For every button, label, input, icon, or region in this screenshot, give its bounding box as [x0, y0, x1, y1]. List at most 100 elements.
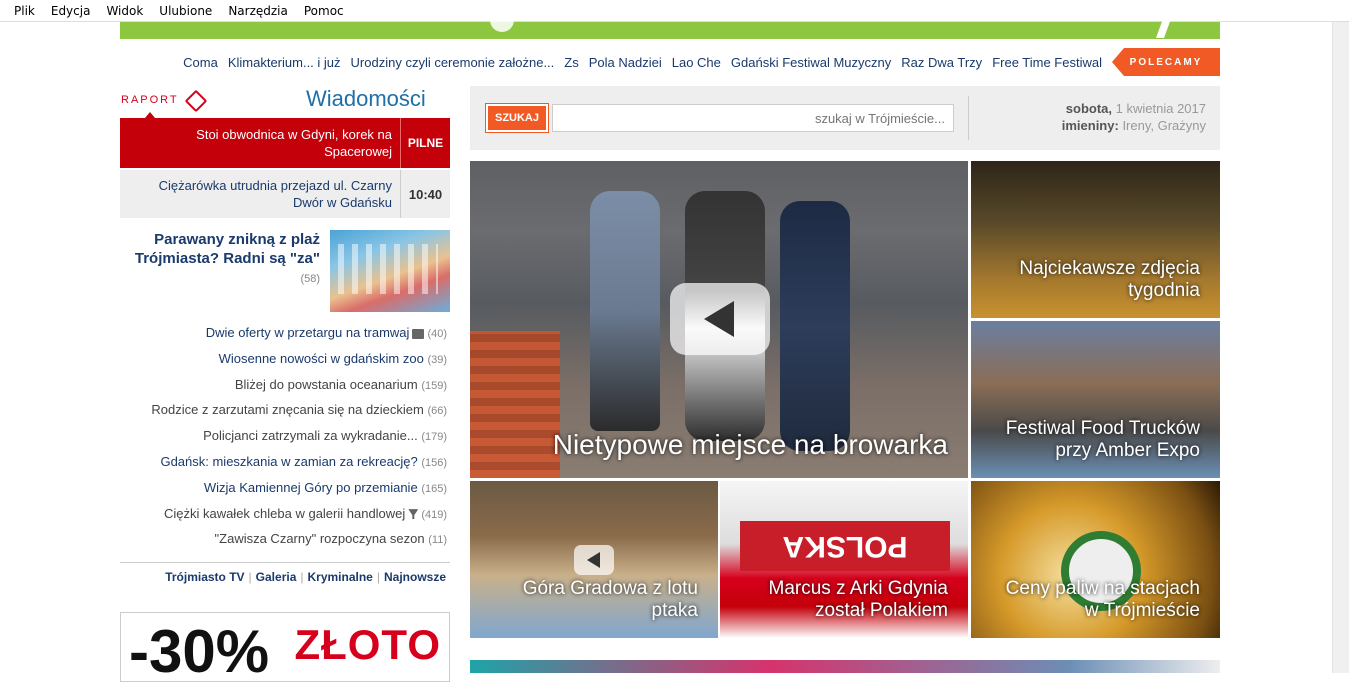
menu-file[interactable]: Plik: [6, 4, 43, 18]
list-item[interactable]: Wizja Kamiennej Góry po przemianie (165): [120, 475, 450, 501]
menu-bar: Plik Edycja Widok Ulubione Narzędzia Pom…: [0, 0, 1349, 22]
search-panel: sobota, 1 kwietnia 2017 imieniny: Ireny,…: [470, 86, 1220, 150]
news-category-links: Najnowsze | Kryminalne | Galeria | Trójm…: [120, 562, 450, 590]
bottom-banner[interactable]: [470, 660, 1220, 673]
gallery-tile[interactable]: Ceny paliw na stacjach w Trójmieście: [971, 481, 1220, 638]
menu-edit[interactable]: Edycja: [43, 4, 99, 18]
date-label: sobota,: [1065, 101, 1113, 116]
video-icon: [412, 328, 425, 339]
photo-wall: [470, 331, 560, 478]
tile-caption: Ceny paliw na stacjach w Trójmieście: [1005, 578, 1200, 621]
heart-icon: [185, 90, 205, 110]
raport-label: RAPORT: [121, 94, 179, 106]
menu-help[interactable]: Pomoc: [296, 4, 352, 18]
main-video-tile[interactable]: Nietypowe miejsce na browarka: [470, 161, 968, 478]
tile-caption: Góra Gradowa z lotu ptaka: [522, 578, 698, 621]
recommend-bar: POLECAMY Free Time Festiwal Raz Dwa Trzy…: [120, 48, 1220, 76]
news-list: Dwie oferty w przetargu na tramwaj (40) W…: [120, 320, 450, 552]
list-item-text[interactable]: Policjanci zatrzymali za wykradanie...: [203, 428, 418, 443]
featured-thumbnail[interactable]: [330, 230, 450, 312]
list-item[interactable]: Rodzice z zarzutami znęcania się na dzie…: [120, 397, 450, 423]
comment-count: (419): [421, 508, 447, 521]
tile-caption: Marcus z Arki Gdynia został Polakiem: [768, 578, 949, 621]
recommend-link[interactable]: Raz Dwa Trzy: [901, 55, 982, 70]
list-item-text[interactable]: Wizja Kamiennej Góry po przemianie: [204, 480, 418, 495]
latest-time: 10:40: [400, 170, 450, 218]
comment-count: (40): [427, 328, 447, 340]
photo-scarf: POLSKA: [740, 521, 950, 571]
list-item-text[interactable]: Gdańsk: mieszkania w zamian za rekreację…: [160, 454, 417, 469]
list-item[interactable]: Gdańsk: mieszkania w zamian za rekreację…: [120, 449, 450, 475]
play-icon[interactable]: [670, 283, 770, 355]
gallery-tile[interactable]: Najciekawsze zdjęcia tygodnia: [971, 161, 1220, 318]
list-item[interactable]: Ciężki kawałek chleba w galerii handlowe…: [120, 501, 450, 527]
list-item-text[interactable]: "Zawisza Czarny" rozpoczyna sezon: [215, 531, 425, 546]
comment-count: (11): [428, 534, 447, 547]
recommend-link[interactable]: Zs: [564, 55, 578, 70]
list-item[interactable]: Dwie oferty w przetargu na tramwaj (40): [120, 320, 450, 346]
recommend-link[interactable]: Gdański Festiwal Muzyczny: [731, 55, 891, 70]
date-info: sobota, 1 kwietnia 2017 imieniny: Ireny,…: [1062, 100, 1206, 134]
search-input[interactable]: [552, 104, 954, 132]
vertical-scrollbar[interactable]: [1332, 22, 1349, 673]
video-tile[interactable]: Góra Gradowa z lotu ptaka: [470, 481, 718, 638]
menu-tools[interactable]: Narzędzia: [220, 4, 296, 18]
ad-brand: ZŁOTO: [294, 621, 441, 668]
comment-count: (156): [421, 456, 447, 469]
gallery-tile[interactable]: POLSKA Marcus z Arki Gdynia został Polak…: [720, 481, 968, 638]
list-item-text[interactable]: Dwie oferty w przetargu na tramwaj: [206, 325, 410, 340]
list-item[interactable]: Wiosenne nowości w gdańskim zoo (39): [120, 346, 450, 372]
filter-icon: [408, 509, 419, 520]
list-item-text[interactable]: Ciężki kawałek chleba w galerii handlowe…: [164, 506, 405, 521]
comment-count: (58): [300, 273, 320, 285]
list-item[interactable]: Bliżej do powstania oceanarium (159): [120, 372, 450, 398]
list-item-text[interactable]: Rodzice z zarzutami znęcania się na dzie…: [151, 402, 423, 417]
menu-favorites[interactable]: Ulubione: [151, 4, 220, 18]
menu-view[interactable]: Widok: [98, 4, 151, 18]
latest-text[interactable]: Ciężarówka utrudnia przejazd ul. Czarny …: [120, 170, 400, 218]
top-banner[interactable]: [120, 8, 1220, 39]
names-value: Ireny, Grażyny: [1122, 118, 1206, 133]
latest-news[interactable]: 10:40 Ciężarówka utrudnia przejazd ul. C…: [120, 170, 450, 218]
banner-graphic: [490, 8, 514, 32]
urgent-text[interactable]: Stoi obwodnica w Gdyni, korek na Spacero…: [120, 118, 400, 168]
featured-title-text: Parawany znikną z plaż Trójmiasta? Radni…: [134, 231, 320, 267]
urgent-label: PILNE: [400, 118, 450, 168]
raport-link[interactable]: RAPORT: [121, 90, 205, 118]
category-link[interactable]: Najnowsze: [380, 570, 450, 584]
ad-discount: -30%: [129, 618, 270, 685]
divider: [968, 96, 969, 140]
comment-count: (39): [427, 353, 447, 366]
recommend-link[interactable]: Lao Che: [672, 55, 721, 70]
gallery-tile[interactable]: Festiwal Food Trucków przy Amber Expo: [971, 321, 1220, 478]
recommend-links: Free Time Festiwal Raz Dwa Trzy Gdański …: [183, 48, 1102, 76]
tile-caption: Najciekawsze zdjęcia tygodnia: [1019, 258, 1200, 301]
featured-title[interactable]: Parawany znikną z plaż Trójmiasta? Radni…: [120, 230, 320, 289]
recommend-link[interactable]: Coma: [183, 55, 218, 70]
list-item[interactable]: Policjanci zatrzymali za wykradanie... (…: [120, 423, 450, 449]
list-item[interactable]: "Zawisza Czarny" rozpoczyna sezon (11): [120, 526, 450, 552]
tile-caption: Nietypowe miejsce na browarka: [552, 429, 948, 460]
news-section-title[interactable]: Wiadomości: [306, 86, 426, 112]
recommend-link[interactable]: Urodziny czyli ceremonie założne...: [351, 55, 555, 70]
recommend-link[interactable]: Klimakterium... i już: [228, 55, 341, 70]
advertisement[interactable]: ZŁOTO -30%: [120, 612, 450, 685]
search-button[interactable]: SZUKAJ: [485, 103, 549, 133]
tile-caption: Festiwal Food Trucków przy Amber Expo: [1005, 418, 1200, 461]
recommend-badge: POLECAMY: [1112, 48, 1220, 76]
recommend-link[interactable]: Free Time Festiwal: [992, 55, 1102, 70]
list-item-text[interactable]: Wiosenne nowości w gdańskim zoo: [219, 351, 424, 366]
photo-person: [590, 191, 660, 431]
category-link[interactable]: Trójmiasto TV: [161, 570, 248, 584]
category-link[interactable]: Kryminalne: [304, 570, 377, 584]
comment-count: (179): [421, 431, 447, 444]
names-label: imieniny:: [1061, 118, 1119, 133]
play-icon[interactable]: [574, 545, 614, 575]
recommend-link[interactable]: Pola Nadziei: [589, 55, 662, 70]
comment-count: (159): [421, 379, 447, 392]
list-item-text[interactable]: Bliżej do powstania oceanarium: [235, 377, 418, 392]
featured-news[interactable]: Parawany znikną z plaż Trójmiasta? Radni…: [120, 230, 450, 314]
urgent-news[interactable]: PILNE Stoi obwodnica w Gdyni, korek na S…: [120, 118, 450, 168]
category-link[interactable]: Galeria: [252, 570, 301, 584]
date-value: 1 kwietnia 2017: [1115, 101, 1206, 116]
